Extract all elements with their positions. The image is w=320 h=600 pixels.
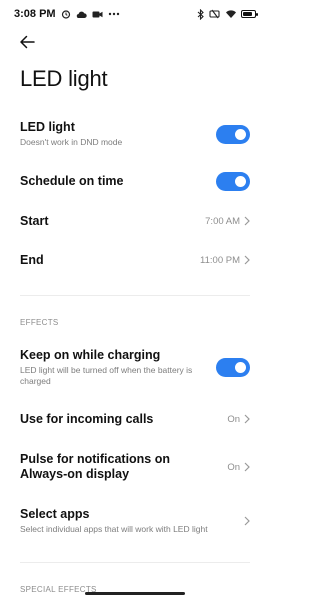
divider [20, 562, 250, 563]
back-button[interactable] [12, 30, 42, 54]
pulse-title-line2: Always-on display [20, 467, 130, 481]
arrow-left-icon [20, 35, 35, 49]
pulse-title-line1: Pulse for notifications on [20, 452, 171, 466]
start-row[interactable]: Start 7:00 AM [0, 208, 270, 234]
end-value: 11:00 PM [200, 254, 240, 266]
wifi-icon [226, 10, 236, 18]
chevron-right-icon [244, 216, 250, 226]
video-icon [92, 11, 103, 17]
schedule-title: Schedule on time [20, 173, 124, 188]
schedule-row[interactable]: Schedule on time [0, 168, 270, 194]
more-dots-icon [108, 12, 119, 16]
led-light-title: LED light [20, 120, 75, 134]
chevron-right-icon [244, 462, 250, 472]
status-bar: 3:08 PM [0, 0, 270, 28]
end-title: End [20, 252, 44, 267]
keep-on-charging-toggle[interactable] [216, 357, 250, 377]
divider [20, 295, 250, 296]
status-right [197, 8, 258, 20]
led-light-toggle[interactable] [216, 124, 250, 144]
effects-section-header: EFFECTS [20, 318, 59, 327]
status-left: 3:08 PM [14, 8, 120, 20]
start-title: Start [20, 213, 49, 228]
bluetooth-icon [197, 8, 204, 20]
cloud-icon [76, 11, 87, 18]
status-time: 3:08 PM [14, 8, 56, 20]
keep-on-charging-row[interactable]: Keep on while charging LED light will be… [0, 345, 270, 389]
pulse-value: On [227, 461, 240, 473]
led-light-row[interactable]: LED light Doesn't work in DND mode [0, 116, 270, 152]
chevron-right-icon [244, 255, 250, 265]
end-row[interactable]: End 11:00 PM [0, 247, 270, 273]
keep-on-charging-subtitle: LED light will be turned off when the ba… [20, 364, 193, 386]
schedule-toggle[interactable] [216, 171, 250, 191]
home-indicator[interactable] [85, 592, 185, 595]
incoming-calls-row[interactable]: Use for incoming calls On [0, 406, 270, 432]
incoming-calls-value: On [227, 413, 240, 425]
select-apps-title: Select apps [20, 507, 90, 521]
battery-saver-icon [209, 9, 220, 19]
incoming-calls-title: Use for incoming calls [20, 411, 154, 426]
chevron-right-icon [244, 414, 250, 424]
select-apps-row[interactable]: Select apps Select individual apps that … [0, 504, 270, 538]
page-title: LED light [20, 66, 108, 91]
pulse-notifications-row[interactable]: Pulse for notifications on Always-on dis… [0, 450, 270, 484]
chevron-right-icon [244, 516, 250, 526]
alarm-icon [61, 10, 70, 19]
led-light-subtitle: Doesn't work in DND mode [20, 137, 123, 147]
select-apps-subtitle: Select individual apps that will work wi… [20, 524, 208, 534]
start-value: 7:00 AM [205, 215, 240, 227]
keep-on-charging-title: Keep on while charging [20, 347, 161, 362]
battery-icon [241, 10, 258, 18]
